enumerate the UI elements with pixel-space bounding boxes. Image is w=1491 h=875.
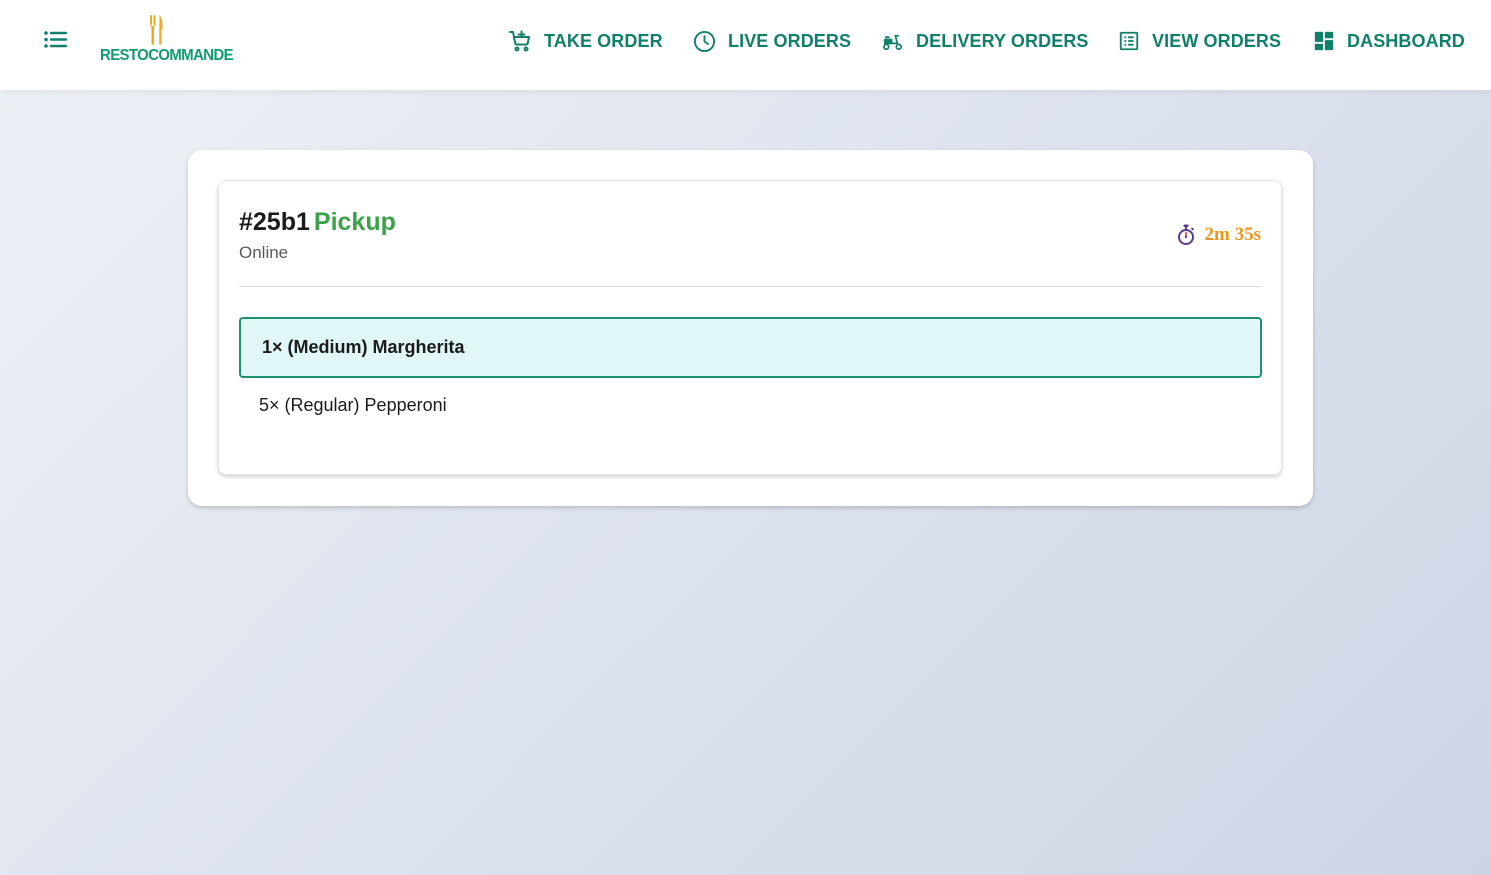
scooter-icon [883, 34, 902, 50]
nav-take-order[interactable]: TAKE ORDER [508, 28, 663, 54]
order-timer: 2m 35s [1176, 224, 1261, 246]
nav-label: VIEW ORDERS [1152, 30, 1282, 51]
order-source: Online [239, 243, 289, 262]
order-item-label: 1× (Medium) Margherita [262, 337, 465, 357]
nav-dashboard[interactable]: DASHBOARD [1313, 28, 1465, 54]
nav-view-orders[interactable]: VIEW ORDERS [1118, 28, 1281, 54]
brand-logo[interactable]: RESTOCOMMANDE [100, 14, 234, 70]
order-item-label: 5× (Regular) Pepperoni [259, 395, 447, 415]
elapsed-time: 2m 35s [1204, 224, 1261, 245]
orders-panel: #25b1 Pickup Online 2m 35s 1× (Medium) Ma… [188, 150, 1313, 506]
nav-delivery-orders[interactable]: DELIVERY ORDERS [881, 28, 1089, 54]
order-id: #25b1 [239, 208, 310, 236]
dashboard-icon [1314, 31, 1334, 51]
nav-label: TAKE ORDER [544, 30, 663, 51]
clock-icon [693, 30, 716, 52]
divider [239, 286, 1262, 287]
fork-knife-icon [150, 15, 163, 45]
nav-live-orders[interactable]: LIVE ORDERS [693, 28, 851, 54]
nav-label: DASHBOARD [1347, 30, 1465, 51]
order-header: #25b1 Pickup [239, 208, 396, 237]
menu-list-icon[interactable] [41, 27, 71, 53]
order-item[interactable]: 5× (Regular) Pepperoni [239, 375, 1262, 436]
order-item-selected[interactable]: 1× (Medium) Margherita [239, 317, 1262, 378]
order-card[interactable]: #25b1 Pickup Online 2m 35s 1× (Medium) Ma… [218, 180, 1282, 475]
cart-add-icon [509, 30, 530, 52]
nav-label: DELIVERY ORDERS [916, 30, 1089, 51]
nav-label: LIVE ORDERS [728, 30, 852, 51]
stopwatch-icon [1177, 224, 1194, 245]
list-icon [1119, 31, 1139, 51]
order-type-badge: Pickup [313, 208, 396, 236]
brand-name: RESTOCOMMANDE [100, 47, 234, 64]
top-navigation-bar: RESTOCOMMANDE TAKE ORDER LIVE ORDERS DEL… [0, 0, 1491, 90]
